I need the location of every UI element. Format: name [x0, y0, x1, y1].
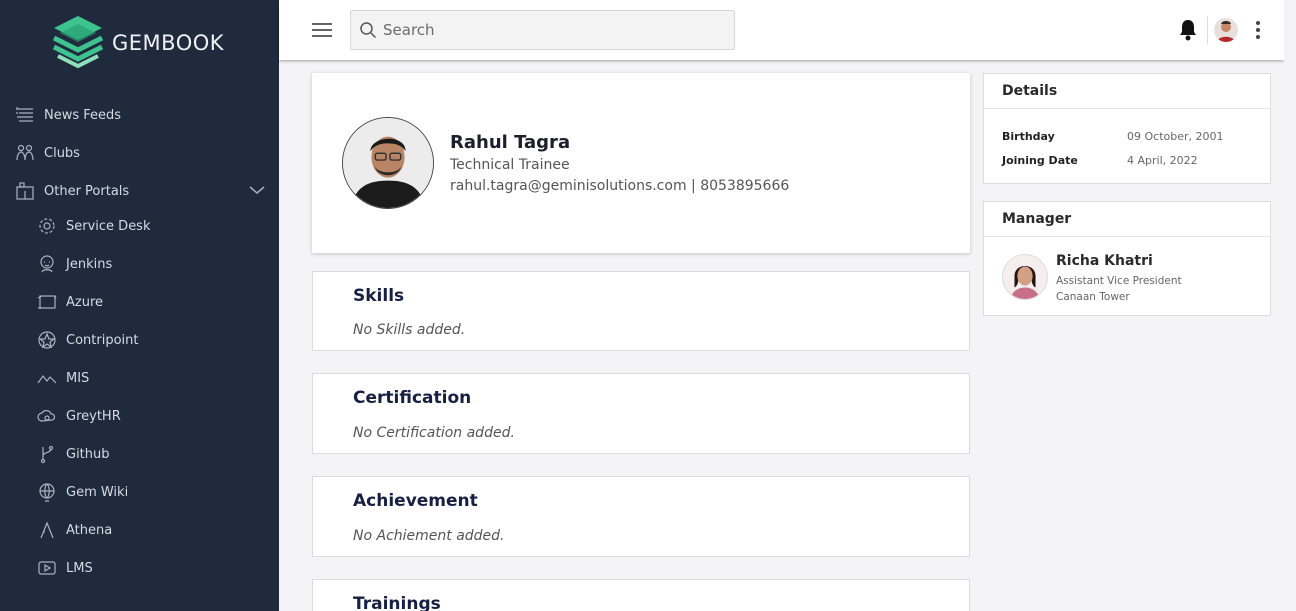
- portal-item-lms[interactable]: LMS: [36, 555, 93, 581]
- empty-message: No Certification added.: [353, 425, 515, 441]
- certification-section: Certification No Certification added.: [312, 373, 970, 454]
- portal-item-service-desk[interactable]: Service Desk: [36, 213, 151, 239]
- search-icon: [360, 22, 377, 39]
- manager-panel: Manager Richa Khatri Assistant Vice Pres…: [983, 201, 1271, 316]
- portal-item-greythr[interactable]: GreytHR: [36, 403, 121, 429]
- azure-icon: [36, 291, 58, 313]
- portal-item-mis[interactable]: MIS: [36, 365, 89, 391]
- people-icon: [14, 142, 36, 164]
- portal-item-github[interactable]: Github: [36, 441, 110, 467]
- contripoint-icon: [36, 329, 58, 351]
- panel-title: Details: [984, 74, 1270, 109]
- empty-message: No Skills added.: [353, 322, 466, 338]
- portal-item-label: Service Desk: [66, 218, 151, 234]
- skills-section: Skills No Skills added.: [312, 271, 970, 351]
- chevron-down-icon[interactable]: [248, 183, 266, 197]
- portal-item-label: Contripoint: [66, 332, 139, 348]
- section-title: Skills: [353, 286, 405, 306]
- joining-date-label: Joining Date: [1002, 154, 1078, 167]
- jenkins-icon: [36, 253, 58, 275]
- brand-name: GEMBOOK: [112, 31, 225, 55]
- section-title: Trainings: [353, 594, 441, 611]
- portal-item-athena[interactable]: Athena: [36, 517, 112, 543]
- scrollbar[interactable]: [1284, 0, 1296, 611]
- portal-item-gem-wiki[interactable]: Gem Wiki: [36, 479, 128, 505]
- section-title: Certification: [353, 388, 472, 408]
- manager-name: Richa Khatri: [1056, 253, 1153, 269]
- athena-icon: [36, 519, 58, 541]
- profile-photo: [342, 117, 434, 209]
- more-options-icon[interactable]: [1253, 20, 1263, 40]
- portal-item-label: Azure: [66, 294, 104, 310]
- search-input[interactable]: [383, 21, 723, 39]
- birthday-value: 09 October, 2001: [1127, 130, 1224, 143]
- menu-icon[interactable]: [311, 20, 333, 40]
- empty-message: No Achiement added.: [353, 528, 505, 544]
- portal-icon: [14, 180, 36, 202]
- github-icon: [36, 443, 58, 465]
- mis-icon: [36, 367, 58, 389]
- portal-item-label: Athena: [66, 522, 113, 538]
- trainings-section: Trainings: [312, 579, 970, 611]
- sidebar: GEMBOOK News Feeds Clubs Other Portals S…: [0, 0, 279, 611]
- search-box[interactable]: [350, 10, 735, 50]
- joining-date-value: 4 April, 2022: [1127, 154, 1198, 167]
- divider: [1207, 16, 1208, 44]
- manager-designation: Assistant Vice President: [1056, 275, 1182, 287]
- portal-item-jenkins[interactable]: Jenkins: [36, 251, 112, 277]
- wiki-icon: [36, 481, 58, 503]
- top-bar: [279, 0, 1284, 60]
- portal-item-label: Github: [66, 446, 110, 462]
- brand[interactable]: GEMBOOK: [50, 14, 224, 70]
- notification-bell-icon[interactable]: [1177, 18, 1199, 42]
- details-panel: Details Birthday 09 October, 2001 Joinin…: [983, 73, 1271, 184]
- sidebar-item-other-portals[interactable]: Other Portals: [14, 178, 129, 204]
- sidebar-item-label: News Feeds: [44, 107, 122, 123]
- sidebar-item-label: Other Portals: [44, 183, 130, 199]
- portal-item-label: GreytHR: [66, 408, 121, 424]
- news-icon: [14, 104, 36, 126]
- portal-item-azure[interactable]: Azure: [36, 289, 103, 315]
- panel-title: Manager: [984, 202, 1270, 237]
- achievement-section: Achievement No Achiement added.: [312, 476, 970, 557]
- portal-item-label: Jenkins: [66, 256, 113, 272]
- lms-icon: [36, 557, 58, 579]
- profile-name: Rahul Tagra: [450, 132, 571, 153]
- profile-card: Rahul Tagra Technical Trainee rahul.tagr…: [312, 73, 970, 253]
- portal-item-label: Gem Wiki: [66, 484, 129, 500]
- profile-contact: rahul.tagra@geminisolutions.com | 805389…: [450, 178, 790, 194]
- section-title: Achievement: [353, 491, 478, 511]
- birthday-label: Birthday: [1002, 130, 1055, 143]
- sidebar-item-clubs[interactable]: Clubs: [14, 140, 80, 166]
- portal-item-label: MIS: [66, 370, 90, 386]
- portal-item-contripoint[interactable]: Contripoint: [36, 327, 138, 353]
- sidebar-item-label: Clubs: [44, 145, 80, 161]
- service-desk-icon: [36, 215, 58, 237]
- gembook-logo-icon: [52, 16, 104, 69]
- sidebar-item-news-feeds[interactable]: News Feeds: [14, 102, 121, 128]
- portal-item-label: LMS: [66, 560, 93, 576]
- user-avatar[interactable]: [1214, 18, 1238, 42]
- profile-role: Technical Trainee: [450, 157, 570, 173]
- manager-avatar[interactable]: [1002, 254, 1048, 300]
- greythr-icon: [36, 405, 58, 427]
- manager-location: Canaan Tower: [1056, 291, 1130, 303]
